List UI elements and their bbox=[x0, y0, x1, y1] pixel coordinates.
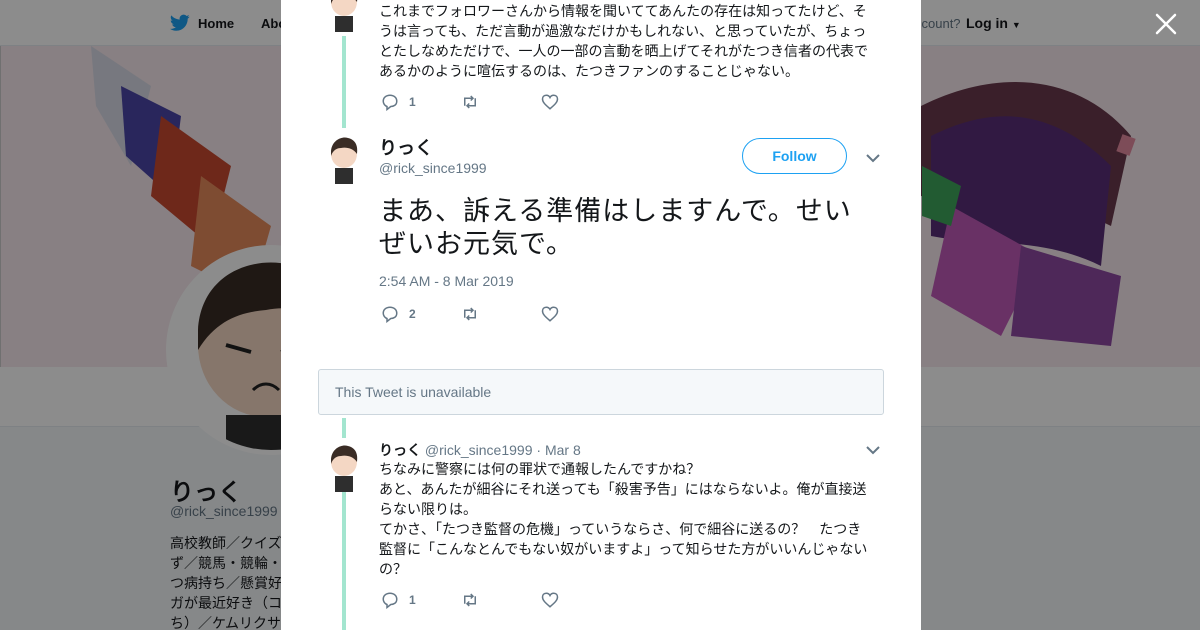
reply-icon bbox=[382, 306, 398, 323]
tweet-actions: 2 bbox=[381, 304, 621, 324]
chevron-down-icon[interactable] bbox=[865, 442, 881, 458]
avatar[interactable] bbox=[326, 0, 362, 32]
like-icon bbox=[541, 94, 559, 110]
retweet-icon bbox=[464, 307, 476, 321]
thread-connector bbox=[342, 490, 346, 630]
tweet-text: これまでフォロワーさんから情報を聞いててあんたの存在は知ってたけど、そうは言って… bbox=[379, 4, 869, 80]
reply-icon bbox=[382, 94, 398, 111]
tweet-text-line: ちなみに警察には何の罪状で通報したんですかね？ bbox=[379, 462, 701, 478]
retweet-button[interactable] bbox=[461, 93, 541, 111]
tweet-text-main: まあ、訴える準備はしますんで。せいぜいお元気で。 bbox=[379, 196, 852, 260]
close-modal-button[interactable] bbox=[1150, 8, 1182, 40]
tweet-actions: 1 bbox=[381, 92, 621, 112]
unavailable-tweet-notice: This Tweet is unavailable bbox=[318, 369, 884, 415]
author-handle[interactable]: @rick_since1999 bbox=[425, 442, 533, 458]
reply-button[interactable]: 1 bbox=[381, 591, 461, 609]
retweet-button[interactable] bbox=[461, 591, 541, 609]
tweet-date[interactable]: · Mar 8 bbox=[536, 442, 580, 458]
tweet-text: ちなみに警察には何の罪状で通報したんですかね？ あと、あんたが細谷にそれ送っても… bbox=[379, 460, 874, 580]
reply-header: りっく @rick_since1999 · Mar 8 bbox=[379, 440, 581, 460]
like-icon bbox=[541, 592, 559, 608]
author-name[interactable]: りっく bbox=[379, 443, 421, 459]
reply-button[interactable]: 1 bbox=[381, 93, 461, 111]
thread-connector bbox=[342, 36, 346, 128]
author-name[interactable]: りっく bbox=[379, 134, 433, 160]
close-icon bbox=[1155, 13, 1177, 35]
reply-count: 1 bbox=[409, 593, 416, 607]
tweet-text-line: てかさ、「たつき監督の危機」っていうならさ、何で細谷に送るの？ たつき監督に「こ… bbox=[379, 522, 868, 578]
retweet-icon bbox=[464, 593, 476, 607]
tweet-text-line: あと、あんたが細谷にそれ送っても「殺害予告」にはならないよ。俺が直接送らない限り… bbox=[379, 482, 867, 518]
retweet-button[interactable] bbox=[461, 305, 541, 323]
like-button[interactable] bbox=[541, 591, 621, 609]
retweet-icon bbox=[464, 95, 476, 109]
chevron-down-icon[interactable] bbox=[865, 150, 881, 166]
reply-count: 1 bbox=[409, 95, 416, 109]
follow-button[interactable]: Follow bbox=[742, 138, 847, 174]
tweet-timestamp[interactable]: 2:54 AM - 8 Mar 2019 bbox=[379, 273, 514, 289]
tweet-permalink-modal: これまでフォロワーさんから情報を聞いててあんたの存在は知ってたけど、そうは言って… bbox=[281, 0, 921, 630]
avatar[interactable] bbox=[326, 136, 362, 184]
reply-count: 2 bbox=[409, 307, 416, 321]
reply-icon bbox=[382, 592, 398, 609]
avatar[interactable] bbox=[326, 444, 362, 492]
like-button[interactable] bbox=[541, 93, 621, 111]
thread-connector bbox=[342, 418, 346, 438]
tweet-actions: 1 bbox=[381, 590, 621, 610]
like-icon bbox=[541, 306, 559, 322]
reply-button[interactable]: 2 bbox=[381, 305, 461, 323]
author-handle[interactable]: @rick_since1999 bbox=[379, 160, 487, 176]
like-button[interactable] bbox=[541, 305, 621, 323]
